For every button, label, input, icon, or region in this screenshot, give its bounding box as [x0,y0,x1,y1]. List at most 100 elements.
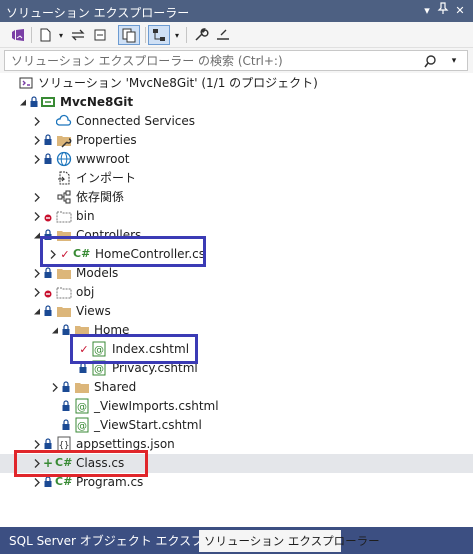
tree-item-label: Program.cs [76,475,144,489]
collapsed-arrow-icon[interactable] [32,154,42,165]
lock-icon [30,96,38,107]
csharp-file-icon: C# [55,475,73,488]
tree-item-label: Shared [94,380,137,394]
lock-icon [44,305,52,316]
tree-item-label: HomeController.cs [95,247,206,261]
razor-file-icon: @ [92,360,106,376]
tree-item-label: _ViewStart.cshtml [94,418,202,432]
lock-icon [44,476,52,487]
json-file-icon: {} [57,436,71,452]
tree-item-label: Index.cshtml [112,342,190,356]
pin-icon[interactable] [434,2,452,20]
solution-icon [19,77,33,89]
collapse-all-icon[interactable] [90,25,110,45]
tree-item-obj[interactable]: obj [0,283,473,302]
tree-item-label: Models [76,266,119,280]
collapsed-arrow-icon[interactable] [32,135,42,146]
collapsed-arrow-icon[interactable] [32,192,42,203]
razor-file-icon: @ [92,341,106,357]
tree-item-imports[interactable]: インポート [0,169,473,188]
collapsed-arrow-icon[interactable] [32,116,42,127]
import-icon [58,171,70,185]
collapsed-arrow-icon[interactable] [32,458,42,469]
solution-label: ソリューション 'MvcNe8Git' (1/1 のプロジェクト) [38,76,318,90]
checked-in-mark: ✓ [79,343,89,356]
pending-changes-filter-icon[interactable] [148,25,170,45]
expanded-arrow-icon[interactable] [18,97,28,108]
tree-item-label: appsettings.json [76,437,175,451]
search-icon[interactable] [419,51,441,70]
cloud-icon [56,114,72,126]
folder-outline-icon [56,211,72,223]
tree-item-solution[interactable]: ソリューション 'MvcNe8Git' (1/1 のプロジェクト) [0,74,473,93]
collapsed-arrow-icon[interactable] [32,439,42,450]
home-icon[interactable] [35,25,55,45]
collapsed-arrow-icon[interactable] [50,382,60,393]
toolbar: ▾ ▾ [0,22,473,48]
properties-folder-icon [57,136,72,148]
close-icon[interactable]: ✕ [451,2,469,20]
tab-solution-explorer[interactable]: ソリューション エクスプローラー [199,530,380,552]
show-all-files-icon[interactable] [118,25,140,45]
tree-item-program-cs[interactable]: C# Program.cs [0,473,473,492]
vs-sync-icon[interactable] [8,25,28,45]
tree-item-connected-services[interactable]: Connected Services [0,112,473,131]
tree-item-properties[interactable]: Properties [0,131,473,150]
svg-text:{}: {} [59,441,70,451]
expanded-arrow-icon[interactable] [32,230,42,241]
tree-item-index-cshtml[interactable]: ✓ @ Index.cshtml [0,340,473,359]
svg-text:@: @ [94,345,104,356]
collapsed-arrow-icon[interactable] [32,477,42,488]
tree-item-label: bin [76,209,95,223]
lock-icon [44,153,52,164]
tree-item-viewimports[interactable]: @ _ViewImports.cshtml [0,397,473,416]
tree-item-label: Controllers [76,228,142,242]
tree-item-homecontroller[interactable]: ✓ C# HomeController.cs [0,245,473,264]
folder-icon [57,307,71,317]
dropdown-icon[interactable]: ▾ [172,25,182,45]
expanded-arrow-icon[interactable] [50,325,60,336]
csharp-project-icon [41,97,55,107]
csharp-file-icon: C# [55,456,73,469]
search-options-dropdown-icon[interactable]: ▾ [443,51,465,70]
tree-item-dependencies[interactable]: 依存関係 [0,188,473,207]
tree-item-views[interactable]: Views [0,302,473,321]
tree-item-label: wwwroot [76,152,130,166]
window-title: ソリューション エクスプローラー [6,6,190,20]
collapsed-arrow-icon[interactable] [32,268,42,279]
folder-icon [57,231,71,241]
tree-item-home[interactable]: Home [0,321,473,340]
sync-arrows-icon[interactable] [68,25,88,45]
collapsed-arrow-icon[interactable] [32,287,42,298]
project-label: MvcNe8Git [60,95,134,109]
lock-icon [62,324,70,335]
razor-file-icon: @ [75,398,89,414]
tree-item-controllers[interactable]: Controllers [0,226,473,245]
properties-wrench-icon[interactable] [191,25,211,45]
collapsed-arrow-icon[interactable] [32,211,42,222]
folder-icon [57,269,71,279]
tree-item-class-cs[interactable]: + C# Class.cs [0,454,473,473]
tree-item-project[interactable]: MvcNe8Git [0,93,473,112]
folder-icon [75,326,89,336]
expanded-arrow-icon[interactable] [32,306,42,317]
tree-item-label: 依存関係 [76,190,125,204]
ignored-icon [44,290,52,298]
tree-item-wwwroot[interactable]: wwwroot [0,150,473,169]
tree-item-label: Properties [76,133,137,147]
tree-item-appsettings[interactable]: {} appsettings.json [0,435,473,454]
ignored-icon [44,214,52,222]
tree-item-label: Views [76,304,111,318]
tree-item-bin[interactable]: bin [0,207,473,226]
search-input[interactable] [5,51,415,70]
dropdown-icon[interactable]: ▾ [56,25,66,45]
tree-item-privacy-cshtml[interactable]: @ Privacy.cshtml [0,359,473,378]
lock-icon [44,438,52,449]
tree-item-shared[interactable]: Shared [0,378,473,397]
tree-item-models[interactable]: Models [0,264,473,283]
preview-icon[interactable] [213,25,233,45]
tree-item-label: Connected Services [76,114,196,128]
collapsed-arrow-icon[interactable] [48,249,58,260]
tree-item-viewstart[interactable]: @ _ViewStart.cshtml [0,416,473,435]
checked-in-mark: ✓ [60,248,70,261]
